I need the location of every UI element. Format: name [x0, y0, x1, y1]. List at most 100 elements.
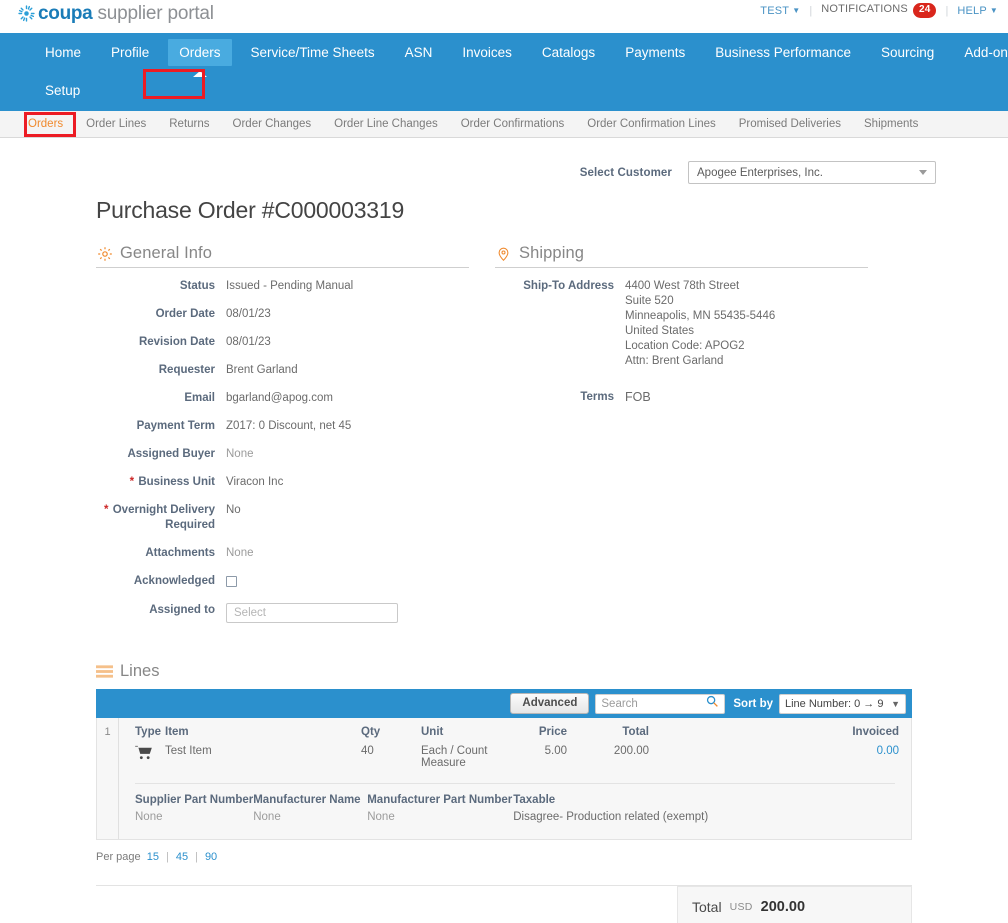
- field-email: Email bgarland@apog.com: [96, 391, 469, 406]
- subnav-item-shipments[interactable]: Shipments: [864, 118, 918, 130]
- nav-item-sourcing[interactable]: Sourcing: [870, 39, 945, 66]
- field-value-payment-term: Z017: 0 Discount, net 45: [226, 420, 352, 432]
- per-page-divider: |: [165, 851, 169, 863]
- shipping-title: Shipping: [519, 244, 585, 262]
- top-utility-bar: coupa supplier portal TEST ▼ | NOTIFICATI…: [0, 0, 1008, 33]
- per-page-option-45[interactable]: 45: [176, 851, 188, 863]
- order-total-row: Total USD 200.00: [96, 885, 912, 923]
- subnav-item-promised-deliveries[interactable]: Promised Deliveries: [739, 118, 841, 130]
- notifications-link[interactable]: NOTIFICATIONS 24: [821, 3, 937, 18]
- field-assigned-buyer: Assigned Buyer None: [96, 447, 469, 462]
- invoiced-amount-link[interactable]: 0.00: [877, 745, 899, 757]
- line-item-name: Test Item: [165, 745, 212, 757]
- info-columns: General Info Status Issued - Pending Man…: [96, 244, 912, 636]
- field-label-revision-date: Revision Date: [138, 336, 215, 348]
- main-navigation: Home Profile Orders Service/Time Sheets …: [0, 33, 1008, 111]
- nav-item-home[interactable]: Home: [34, 39, 92, 66]
- field-label-order-date: Order Date: [155, 308, 215, 320]
- per-page-option-15[interactable]: 15: [147, 851, 159, 863]
- subnav-item-order-lines[interactable]: Order Lines: [86, 118, 146, 130]
- chevron-down-icon: ▼: [989, 5, 998, 15]
- nav-item-payments[interactable]: Payments: [614, 39, 696, 66]
- column-header-price: Price: [538, 726, 567, 738]
- customer-select[interactable]: Apogee Enterprises, Inc.: [688, 161, 936, 184]
- field-value-acknowledged: [226, 574, 237, 590]
- assigned-to-placeholder: Select: [234, 606, 266, 619]
- notifications-label: NOTIFICATIONS: [821, 3, 908, 15]
- field-value-terms: FOB: [625, 390, 651, 404]
- customer-selector-row: Select Customer Apogee Enterprises, Inc.: [0, 161, 1008, 184]
- utility-divider-1: |: [809, 4, 813, 17]
- chevron-down-icon: ▼: [792, 5, 801, 15]
- field-label-ship-to-address: Ship-To Address: [523, 280, 614, 292]
- help-menu[interactable]: HELP ▼: [957, 5, 998, 17]
- field-value-business-unit: Viracon Inc: [226, 476, 284, 488]
- nav-item-orders[interactable]: Orders: [168, 39, 232, 77]
- advanced-button[interactable]: Advanced: [510, 693, 590, 714]
- active-tab-arrow-icon: [192, 71, 207, 77]
- select-customer-label: Select Customer: [579, 166, 672, 179]
- nav-item-orders-label: Orders: [179, 45, 221, 60]
- gear-icon: [96, 245, 113, 262]
- field-label-assigned-buyer: Assigned Buyer: [127, 448, 215, 460]
- per-page-label: Per page: [96, 851, 141, 863]
- table-row: Test Item 40 Each / Count Measure 5.00 2…: [119, 742, 911, 769]
- address-line: Suite 520: [625, 295, 674, 307]
- nav-item-business-performance[interactable]: Business Performance: [704, 39, 862, 66]
- coupa-starburst-icon: [18, 5, 35, 22]
- field-value-ship-to-address: 4400 West 78th Street Suite 520 Minneapo…: [625, 279, 775, 369]
- field-label-attachments: Attachments: [145, 547, 215, 559]
- per-page-divider: |: [195, 851, 198, 863]
- nav-item-add-ons[interactable]: Add-ons: [953, 39, 1008, 66]
- nav-item-profile[interactable]: Profile: [100, 39, 160, 66]
- per-page-option-90[interactable]: 90: [205, 851, 217, 863]
- column-header-unit: Unit: [421, 726, 444, 738]
- page-title: Purchase Order #C000003319: [96, 197, 405, 223]
- nav-item-service-time-sheets[interactable]: Service/Time Sheets: [240, 39, 386, 66]
- address-line: 4400 West 78th Street: [625, 280, 740, 292]
- subnav-item-order-confirmation-lines[interactable]: Order Confirmation Lines: [587, 118, 715, 130]
- logo-text-supplier-portal: supplier portal: [97, 3, 214, 24]
- field-order-date: Order Date 08/01/23: [96, 307, 469, 322]
- field-value-assigned-to: Select: [226, 603, 398, 623]
- acknowledged-checkbox[interactable]: [226, 576, 237, 587]
- sort-by-select[interactable]: Line Number: 0 → 9 ▼: [779, 693, 906, 714]
- magnifier-icon[interactable]: [706, 695, 719, 713]
- location-pin-icon: [495, 245, 512, 262]
- sort-by-value: Line Number: 0 → 9: [785, 697, 884, 710]
- test-menu[interactable]: TEST ▼: [760, 5, 800, 17]
- line-detail-divider: [135, 783, 895, 784]
- nav-item-catalogs[interactable]: Catalogs: [531, 39, 606, 66]
- column-header-type: Type: [135, 726, 161, 738]
- nav-item-setup[interactable]: Setup: [34, 77, 91, 104]
- field-label-acknowledged: Acknowledged: [133, 575, 215, 587]
- subnav-item-returns[interactable]: Returns: [169, 118, 209, 130]
- utility-links: TEST ▼ | NOTIFICATIONS 24 | HELP ▼: [760, 3, 998, 18]
- nav-item-asn[interactable]: ASN: [394, 39, 444, 66]
- line-total: 200.00: [613, 745, 649, 757]
- subnav-item-order-line-changes[interactable]: Order Line Changes: [334, 118, 438, 130]
- subnav-item-order-changes[interactable]: Order Changes: [233, 118, 312, 130]
- coupa-logo[interactable]: coupa supplier portal: [18, 2, 214, 25]
- nav-item-invoices[interactable]: Invoices: [451, 39, 523, 66]
- manufacturer-part-number-value: None: [367, 811, 395, 823]
- subnav-item-orders[interactable]: Orders: [28, 118, 63, 130]
- assigned-to-input[interactable]: Select: [226, 603, 398, 623]
- field-value-attachments: None: [226, 547, 254, 559]
- shipping-section: Shipping Ship-To Address 4400 West 78th …: [495, 244, 868, 636]
- field-label-business-unit: * Business Unit: [129, 476, 215, 488]
- field-terms: Terms FOB: [495, 390, 868, 405]
- required-asterisk: *: [129, 476, 135, 488]
- total-amount: 200.00: [760, 899, 806, 915]
- address-line: Attn: Brent Garland: [625, 355, 724, 367]
- subnav-item-order-confirmations[interactable]: Order Confirmations: [461, 118, 565, 130]
- field-ship-to-address: Ship-To Address 4400 West 78th Street Su…: [495, 279, 868, 369]
- field-value-revision-date: 08/01/23: [226, 336, 271, 348]
- field-attachments: Attachments None: [96, 546, 469, 561]
- field-label-payment-term: Payment Term: [136, 420, 215, 432]
- general-info-title: General Info: [120, 244, 213, 262]
- field-assigned-to: Assigned to Select: [96, 603, 469, 623]
- customer-select-value: Apogee Enterprises, Inc.: [697, 166, 823, 179]
- general-info-section: General Info Status Issued - Pending Man…: [96, 244, 469, 636]
- search-input[interactable]: Search: [595, 693, 726, 714]
